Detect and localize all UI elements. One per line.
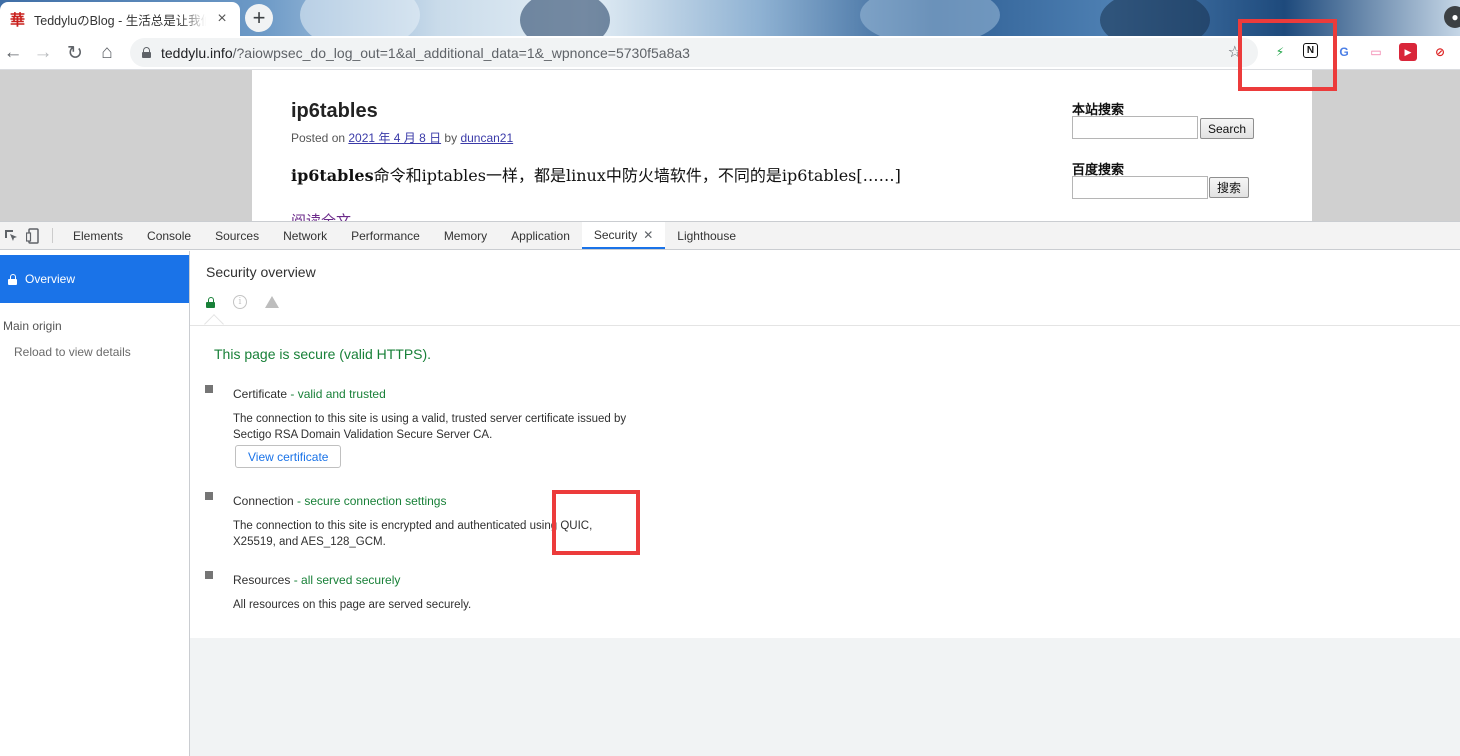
close-tab-icon[interactable]: × (214, 10, 230, 28)
tab-label: Elements (73, 228, 124, 243)
certificate-description: The connection to this site is using a v… (233, 413, 627, 441)
devtools-tab-list: Elements Console Sources Network Performance… (61, 222, 748, 249)
connection-title: Connection - secure connection settings (233, 494, 446, 508)
tab-performance[interactable]: Performance (339, 222, 432, 249)
site-search-input[interactable] (1072, 116, 1198, 139)
sidebar-overview-label: Overview (25, 272, 76, 286)
tab-label: Lighthouse (677, 228, 737, 243)
reload-button[interactable]: ↻ (62, 40, 88, 66)
post-date-link[interactable]: 2021 年 4 月 8 日 (348, 131, 441, 145)
view-certificate-button[interactable]: View certificate (235, 445, 342, 468)
tab-memory[interactable]: Memory (432, 222, 499, 249)
devtools-tabbar: Elements Console Sources Network Performance… (0, 222, 1460, 250)
tab-lighthouse[interactable]: Lighthouse (665, 222, 748, 249)
site-favicon-icon: 華 (10, 10, 26, 29)
tab-console[interactable]: Console (135, 222, 203, 249)
bilibili-icon[interactable]: ▭ (1367, 43, 1385, 61)
toolbar-divider (52, 228, 53, 243)
tab-sources[interactable]: Sources (203, 222, 271, 249)
annotation-box-quic (552, 490, 640, 555)
resources-title: Resources - all served securely (233, 573, 400, 587)
certificate-status: - valid and trusted (287, 387, 386, 401)
tab-label: Console (147, 228, 192, 243)
inspect-element-icon[interactable] (0, 222, 22, 249)
tab-label: Performance (351, 228, 420, 243)
lock-icon[interactable] (142, 47, 151, 58)
url-path: /?aiowpsec_do_log_out=1&al_additional_da… (232, 44, 690, 61)
security-overview-title: Security overview (206, 264, 316, 280)
connection-bullet (205, 492, 213, 500)
security-summary: Security overview i (190, 251, 1460, 334)
certificate-title: Certificate - valid and trusted (233, 387, 386, 401)
url-text[interactable]: teddylu.info/?aiowpsec_do_log_out=1&al_a… (161, 45, 690, 61)
devtools-panel: Elements Console Sources Network Performance… (0, 221, 1460, 756)
secure-lock-icon (206, 296, 215, 308)
translate-icon[interactable]: G (1335, 43, 1353, 61)
tab-label: Application (511, 228, 570, 243)
tab-label: Network (283, 228, 328, 243)
secure-message: This page is secure (valid HTTPS). (214, 346, 432, 362)
tab-security[interactable]: Security ✕ (581, 222, 666, 249)
lock-icon (8, 273, 17, 285)
connection-status: - secure connection settings (293, 494, 447, 508)
post-excerpt: ip6tables命令和iptables一样，都是linux中防火墙软件，不同的… (291, 162, 901, 186)
sidebar-item-overview[interactable]: Overview (0, 255, 189, 303)
site-search-button[interactable]: Search (1200, 118, 1255, 139)
connection-label: Connection (233, 494, 294, 508)
security-state-icons: i (206, 295, 279, 309)
sidebar-section-main-origin: Main origin (3, 319, 62, 333)
resources-status: - all served securely (290, 573, 401, 587)
browser-window: 華 TeddyluのBlog - 生活总是让我们遍体鳞伤 × + ● ← → ↻… (0, 0, 1460, 756)
resources-label: Resources (233, 573, 291, 587)
tab-elements[interactable]: Elements (61, 222, 135, 249)
blog-page: ip6tables Posted on 2021 年 4 月 8 日 by du… (252, 70, 1312, 221)
warning-icon (265, 296, 279, 308)
profile-icon[interactable]: ● (1444, 6, 1460, 28)
post-meta: Posted on 2021 年 4 月 8 日 by duncan21 (291, 129, 513, 146)
security-main: Security overview i This page is secure … (190, 251, 1460, 756)
device-toolbar-icon[interactable] (22, 222, 44, 249)
resources-description: All resources on this page are served se… (233, 599, 472, 611)
info-icon: i (233, 295, 247, 309)
new-tab-button[interactable]: + (245, 4, 273, 32)
post-author-link[interactable]: duncan21 (460, 131, 513, 145)
tab-label: Sources (215, 228, 260, 243)
certificate-label: Certificate (233, 387, 288, 401)
baidu-search-button[interactable]: 搜索 (1209, 177, 1250, 198)
tab-label: Memory (443, 228, 488, 243)
home-button[interactable]: ⌂ (94, 40, 120, 66)
security-explanations: This page is secure (valid HTTPS). Certi… (190, 325, 1460, 638)
resources-bullet (205, 571, 213, 579)
post-title[interactable]: ip6tables (291, 100, 378, 123)
tab-label: Security (593, 227, 638, 242)
address-bar[interactable]: teddylu.info/?aiowpsec_do_log_out=1&al_a… (130, 38, 1258, 67)
meta-by: by (441, 131, 461, 145)
close-tab-icon[interactable]: ✕ (643, 228, 653, 242)
browser-tab[interactable]: 華 TeddyluのBlog - 生活总是让我们遍体鳞伤 × (0, 2, 240, 36)
tab-application[interactable]: Application (499, 222, 582, 249)
play-forward-icon[interactable]: ▶ (1399, 43, 1417, 61)
tab-network[interactable]: Network (271, 222, 339, 249)
tab-title: TeddyluのBlog - 生活总是让我们遍体鳞伤 (34, 13, 206, 28)
read-more-link[interactable]: 阅读全文 (291, 210, 351, 221)
sidebar-item-reload[interactable]: Reload to view details (14, 345, 131, 359)
page-viewport: ip6tables Posted on 2021 年 4 月 8 日 by du… (0, 70, 1460, 221)
back-button[interactable]: ← (0, 40, 26, 66)
forward-button[interactable]: → (30, 40, 56, 66)
security-sidebar: Overview Main origin Reload to view deta… (0, 251, 190, 756)
block-icon[interactable]: ⊘ (1431, 43, 1449, 61)
annotation-box-extensions (1238, 19, 1337, 91)
url-host: teddylu.info (161, 44, 233, 61)
excerpt-rest: 命令和iptables一样，都是linux中防火墙软件，不同的是ip6table… (373, 166, 901, 185)
excerpt-bold: ip6tables (291, 166, 374, 185)
baidu-search-input[interactable] (1072, 176, 1208, 199)
meta-prefix: Posted on (291, 131, 349, 145)
certificate-bullet (205, 385, 213, 393)
